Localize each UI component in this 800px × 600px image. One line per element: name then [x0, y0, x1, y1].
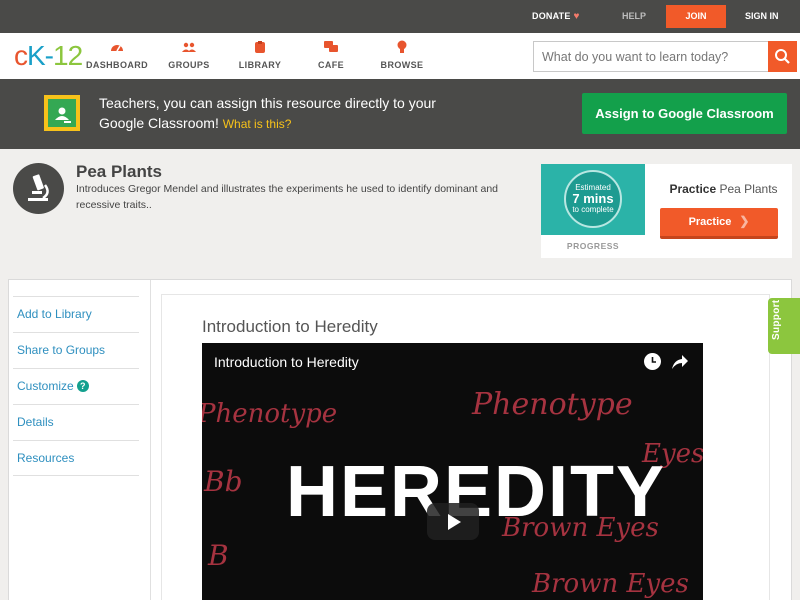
dashboard-icon — [111, 45, 123, 52]
cafe-icon — [324, 41, 338, 52]
join-button[interactable]: JOIN — [666, 5, 726, 28]
sidebar-item-label: Customize — [17, 379, 74, 393]
nav-cafe[interactable]: CAFE — [296, 40, 366, 70]
browse-icon — [397, 40, 407, 53]
sidebar-item-customize[interactable]: Customize? — [13, 368, 139, 404]
resource-sidebar: Add to Library Share to Groups Customize… — [9, 280, 151, 600]
practice-card: Estimated 7 mins to complete PROGRESS Pr… — [541, 164, 792, 258]
nav-cafe-label: CAFE — [317, 60, 345, 70]
assign-google-classroom-button[interactable]: Assign to Google Classroom — [582, 93, 787, 134]
nav-library-label: LIBRARY — [238, 60, 282, 70]
practice-title-topic: Pea Plants — [719, 182, 778, 196]
microscope-icon — [13, 163, 64, 214]
share-icon[interactable] — [671, 354, 689, 370]
sidebar-item-label: Resources — [17, 451, 75, 465]
groups-icon — [182, 42, 196, 52]
board-word: Brown Eyes — [532, 569, 689, 599]
practice-button-label: Practice — [688, 216, 732, 228]
watch-later-icon[interactable] — [644, 353, 661, 370]
banner-text: Teachers, you can assign this resource d… — [99, 93, 459, 134]
estimated-time-badge: Estimated 7 mins to complete — [564, 170, 622, 228]
concept-title: Pea Plants — [76, 162, 162, 181]
support-label: Support — [771, 299, 782, 340]
board-word: B — [208, 539, 229, 572]
chevron-right-icon: ❯ — [739, 214, 750, 228]
content-area: Add to Library Share to Groups Customize… — [8, 279, 792, 600]
nav-dashboard[interactable]: DASHBOARD — [82, 40, 152, 70]
sidebar-item-label: Details — [17, 415, 54, 429]
sidebar-item-label: Share to Groups — [17, 343, 106, 357]
ck12-logo[interactable]: cK-12 — [14, 40, 83, 71]
main-nav: cK-12 DASHBOARD GROUPS LIBRARY CAFE BROW… — [0, 33, 800, 79]
practice-button[interactable]: Practice ❯ — [660, 208, 778, 239]
search-input[interactable] — [542, 48, 762, 66]
play-button[interactable] — [427, 503, 479, 540]
concept-description: Introduces Gregor Mendel and illustrates… — [76, 183, 498, 211]
search-box — [533, 41, 797, 72]
donate-link[interactable]: DONATE ♥ — [532, 11, 580, 22]
logo-12: 12 — [53, 40, 83, 71]
board-word: Bb — [204, 465, 243, 498]
video-panel: Introduction to Heredity Phenotype Pheno… — [161, 294, 770, 600]
signin-link[interactable]: SIGN IN — [745, 11, 779, 21]
sidebar-item-details[interactable]: Details — [13, 404, 139, 440]
sidebar-item-label: Add to Library — [17, 307, 92, 321]
sidebar-item-resources[interactable]: Resources — [13, 440, 139, 476]
progress-label: PROGRESS — [566, 241, 620, 251]
video-heading: Introduction to Heredity — [202, 317, 378, 336]
nav-library[interactable]: LIBRARY — [225, 40, 295, 70]
classroom-board-icon — [55, 107, 71, 123]
player-title[interactable]: Introduction to Heredity — [214, 354, 359, 370]
to-complete-label: to complete — [572, 205, 614, 214]
what-is-this-link[interactable]: What is this? — [223, 117, 292, 131]
nav-groups[interactable]: GROUPS — [154, 40, 224, 70]
nav-groups-label: GROUPS — [168, 60, 210, 70]
logo-k: K- — [27, 40, 54, 71]
practice-title-bold: Practice — [669, 182, 717, 196]
top-utility-bar: DONATE ♥ HELP JOIN SIGN IN — [0, 0, 800, 33]
library-icon — [255, 41, 265, 53]
support-tab[interactable]: Support — [768, 298, 800, 354]
sidebar-item-add-to-library[interactable]: Add to Library — [13, 296, 139, 332]
estimated-mins: 7 mins — [572, 191, 614, 206]
help-link[interactable]: HELP — [622, 11, 646, 21]
progress-graphic: Estimated 7 mins to complete — [541, 164, 645, 235]
video-player[interactable]: Phenotype Phenotype Bb Eyes Brown Eyes B… — [202, 343, 703, 600]
practice-title: Practice Pea Plants — [661, 182, 786, 196]
google-classroom-banner: Teachers, you can assign this resource d… — [0, 79, 800, 149]
google-classroom-icon — [44, 95, 80, 131]
nav-browse-label: BROWSE — [380, 60, 424, 70]
board-word: Phenotype — [472, 387, 633, 422]
search-icon — [775, 49, 790, 64]
donate-label: DONATE — [532, 11, 571, 21]
heart-icon: ♥ — [573, 11, 580, 22]
board-word: Phenotype — [202, 399, 338, 429]
nav-dashboard-label: DASHBOARD — [85, 60, 149, 70]
sidebar-item-share-to-groups[interactable]: Share to Groups — [13, 332, 139, 368]
question-icon[interactable]: ? — [76, 380, 89, 392]
nav-browse[interactable]: BROWSE — [367, 40, 437, 70]
search-button[interactable] — [768, 41, 797, 72]
logo-c: c — [14, 40, 28, 71]
